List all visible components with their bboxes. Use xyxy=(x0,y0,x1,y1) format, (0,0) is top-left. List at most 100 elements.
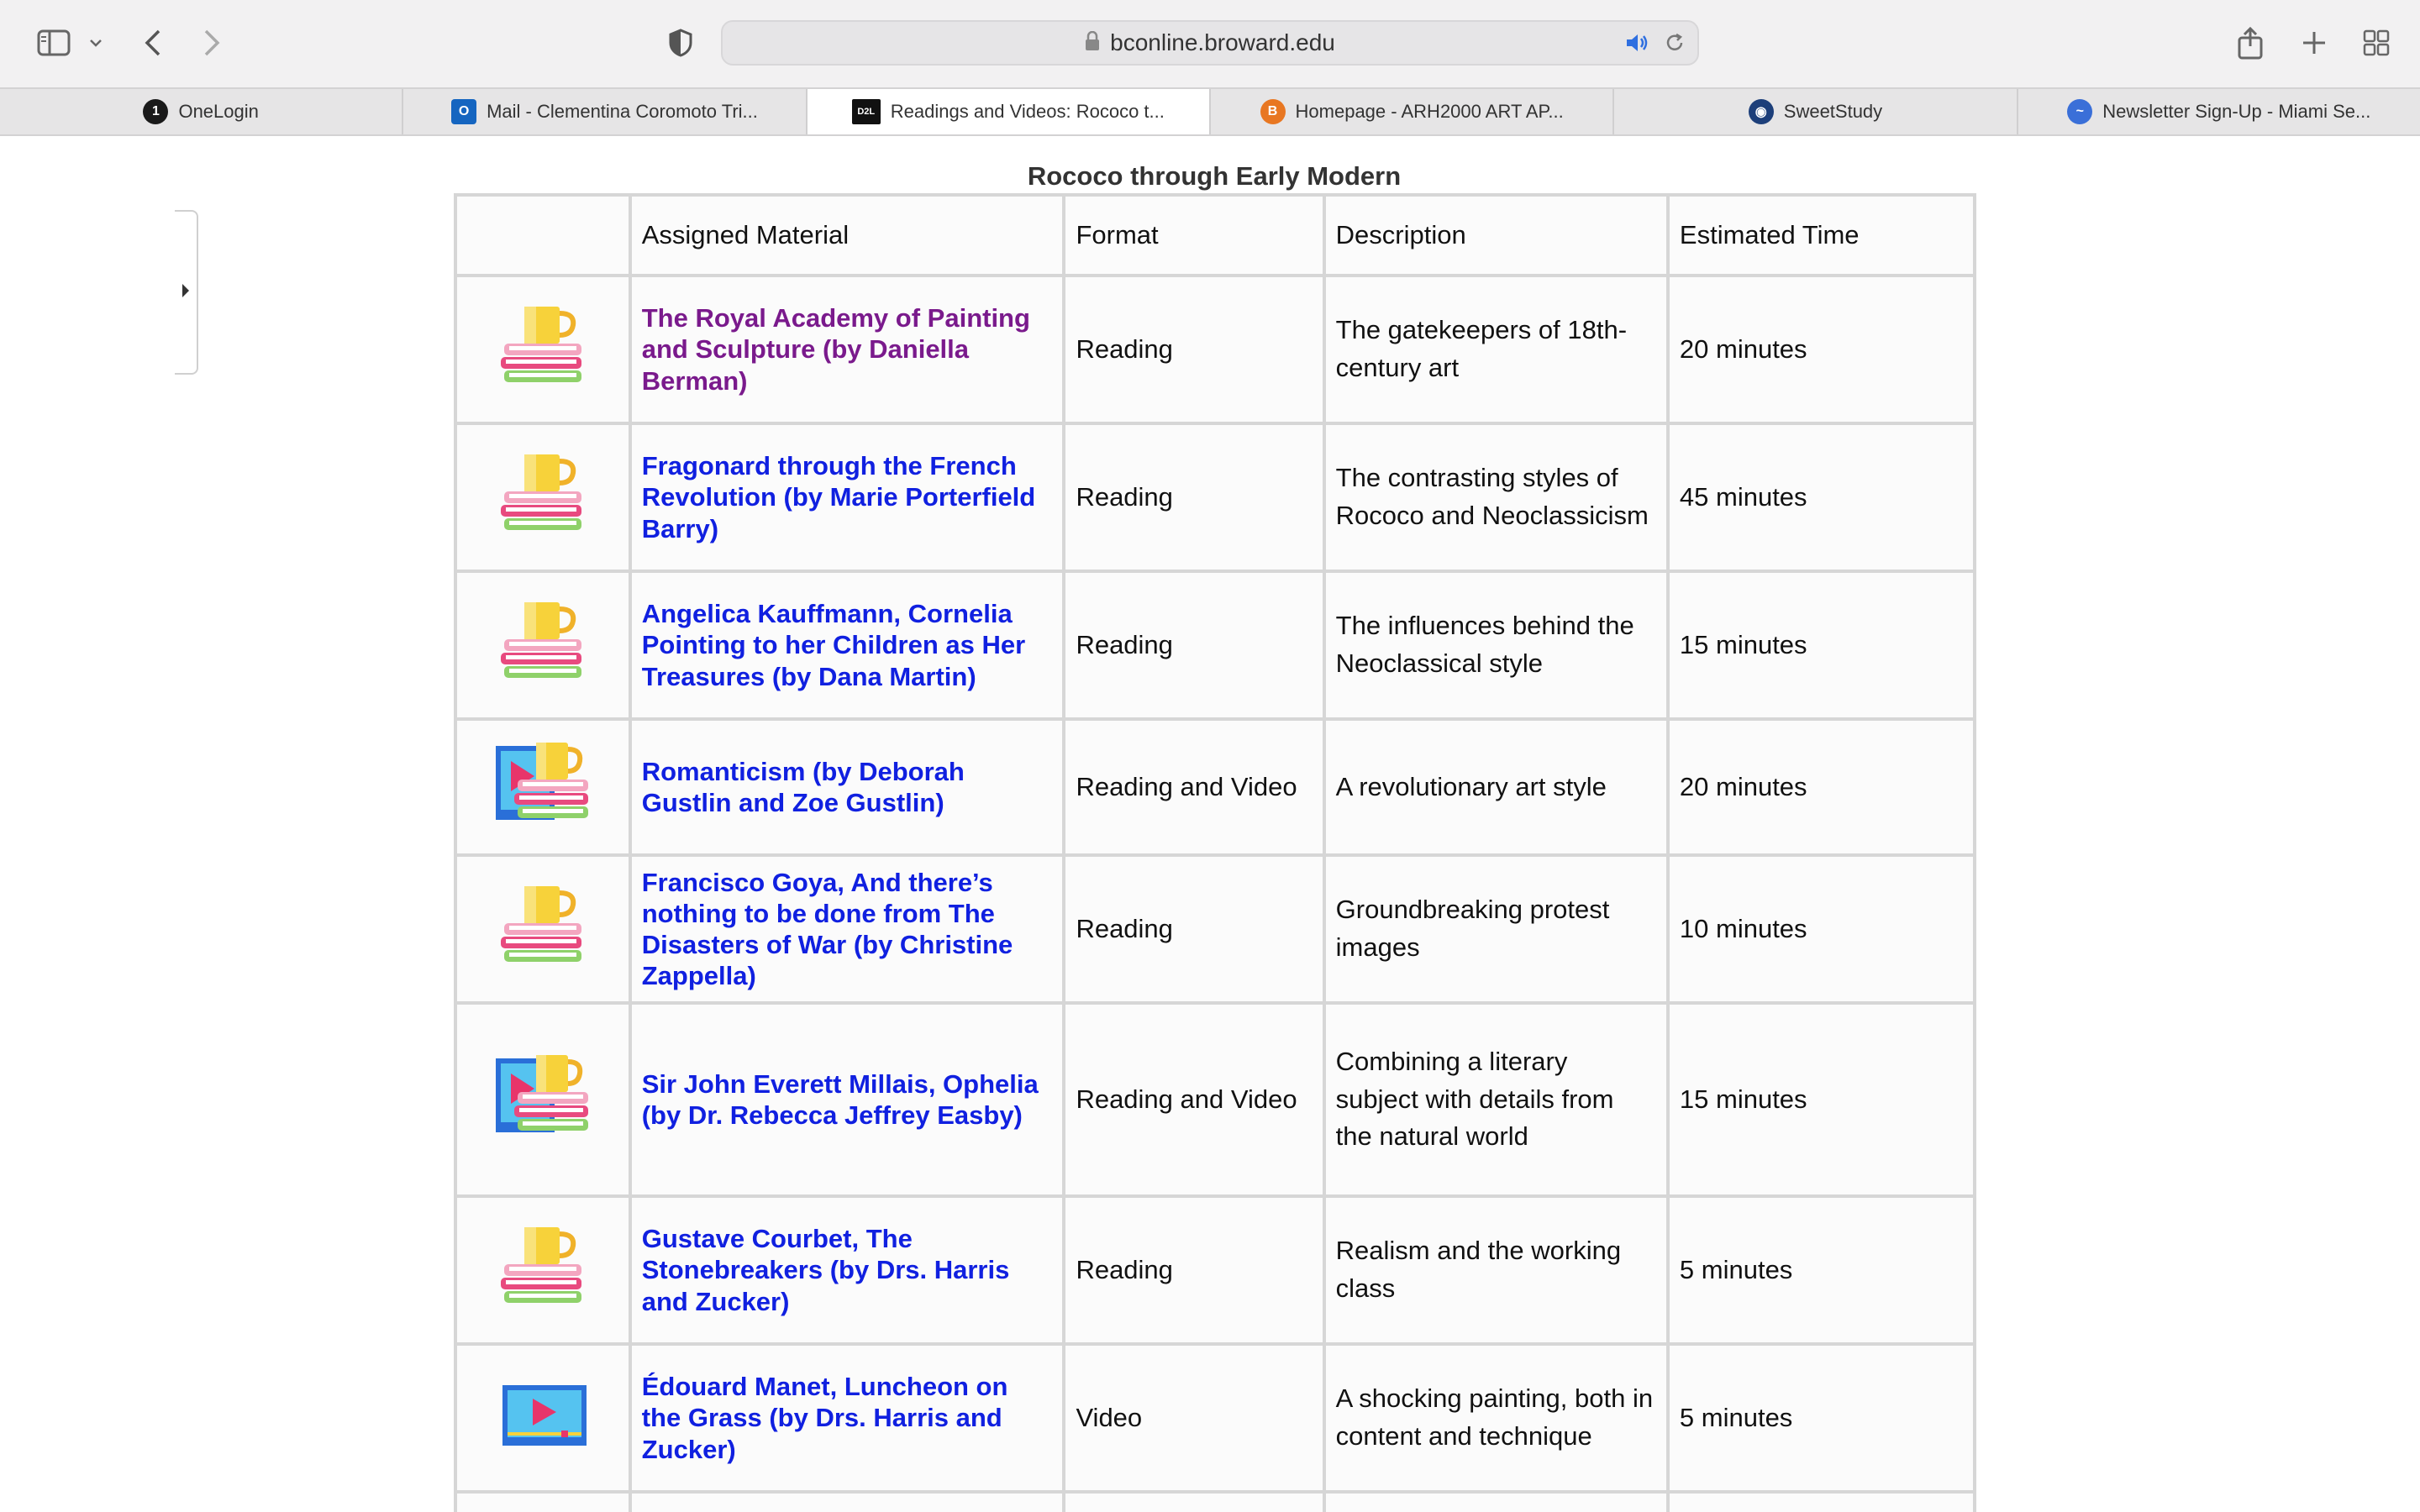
description-cell: A shocking painting, both in content and… xyxy=(1322,1342,1670,1494)
tab-newsletter-signup[interactable]: ~ Newsletter Sign-Up - Miami Se... xyxy=(2018,89,2420,134)
estimated-time-cell: 5 minutes xyxy=(1665,1194,1977,1346)
material-link[interactable]: Angelica Kauffmann, Cornelia Pointing to… xyxy=(642,598,1053,692)
tab-label: Mail - Clementina Coromoto Tri... xyxy=(487,101,758,122)
assigned-material-cell: Fragonard through the French Revolution … xyxy=(628,422,1066,573)
estimated-time-cell: 10 minutes xyxy=(1665,853,1977,1005)
description-cell: The influences behind the Neoclassical s… xyxy=(1322,570,1670,721)
reading-icon xyxy=(492,601,593,692)
assigned-material-cell: Gustave Courbet, The Stonebreakers (by D… xyxy=(628,1194,1066,1346)
estimated-time-cell: 20 minutes xyxy=(1665,274,1977,425)
header-estimated-time: Estimated Time xyxy=(1665,193,1977,277)
header-format: Format xyxy=(1062,193,1326,277)
assigned-material-cell: Édouard Manet, Luncheon on the Grass (by… xyxy=(628,1342,1066,1494)
side-panel-toggle[interactable] xyxy=(175,210,198,375)
share-icon[interactable] xyxy=(2232,20,2269,66)
tab-readings-and-videos[interactable]: D2L Readings and Videos: Rococo t... xyxy=(807,89,1211,134)
address-bar[interactable]: bconline.broward.edu xyxy=(721,20,1699,66)
description-cell: Realism and the working class xyxy=(1322,1194,1670,1346)
format-cell: Reading xyxy=(1062,853,1326,1005)
table-row: Angelica Kauffmann, Cornelia Pointing to… xyxy=(454,570,1977,721)
sweetstudy-icon: ◉ xyxy=(1748,99,1774,124)
material-link[interactable]: Fragonard through the French Revolution … xyxy=(642,450,1053,544)
tab-bar: 1 OneLogin O Mail - Clementina Coromoto Tr… xyxy=(0,87,2420,136)
table-row: Francisco Goya, And there’s nothing to b… xyxy=(454,853,1977,1005)
readings-table: Assigned Material Format Description Est… xyxy=(454,193,1977,1512)
estimated-time-cell xyxy=(1665,1490,1977,1512)
format-cell: Reading xyxy=(1062,274,1326,425)
row-icon-cell xyxy=(454,274,632,425)
caret-right-icon xyxy=(181,282,191,303)
table-header-row: Assigned Material Format Description Est… xyxy=(454,193,1977,277)
tab-sweetstudy[interactable]: ◉ SweetStudy xyxy=(1614,89,2018,134)
reading-icon xyxy=(492,306,593,396)
page-content: Rococo through Early Modern Assigned Mat… xyxy=(0,136,2420,1512)
reading-icon xyxy=(492,454,593,544)
new-tab-icon[interactable] xyxy=(2296,20,2333,66)
description-cell: Combining a literary subject with detail… xyxy=(1322,1001,1670,1198)
material-link[interactable]: Édouard Manet, Luncheon on the Grass (by… xyxy=(642,1371,1053,1465)
material-link[interactable]: Sir John Everett Millais, Ophelia (by Dr… xyxy=(642,1068,1053,1131)
table-row: Gustave Courbet, The Stonebreakers (by D… xyxy=(454,1194,1977,1346)
assigned-material-cell xyxy=(628,1490,1066,1512)
format-cell: Reading xyxy=(1062,570,1326,721)
material-link[interactable]: Gustave Courbet, The Stonebreakers (by D… xyxy=(642,1223,1053,1317)
row-icon-cell xyxy=(454,1342,632,1494)
tab-label: Homepage - ARH2000 ART AP... xyxy=(1295,101,1564,122)
assigned-material-cell: The Royal Academy of Painting and Sculpt… xyxy=(628,274,1066,425)
material-link[interactable]: Francisco Goya, And there’s nothing to b… xyxy=(642,867,1053,992)
material-link[interactable]: The Royal Academy of Painting and Sculpt… xyxy=(642,302,1053,396)
row-icon-cell xyxy=(454,1001,632,1198)
browser-toolbar: bconline.broward.edu xyxy=(0,0,2420,87)
header-icon-col xyxy=(454,193,632,277)
table-caption: Rococo through Early Modern xyxy=(1027,161,1402,191)
table-row: Romanticism (by Deborah Gustlin and Zoe … xyxy=(454,717,1977,857)
table-row: Édouard Manet, Luncheon on the Grass (by… xyxy=(454,1342,1977,1494)
estimated-time-cell: 5 minutes xyxy=(1665,1342,1977,1494)
description-cell: A revolutionary art style xyxy=(1322,717,1670,857)
assigned-material-cell: Angelica Kauffmann, Cornelia Pointing to… xyxy=(628,570,1066,721)
tab-mail[interactable]: O Mail - Clementina Coromoto Tri... xyxy=(403,89,808,134)
table-row: Sir John Everett Millais, Ophelia (by Dr… xyxy=(454,1001,1977,1198)
table-row: Fragonard through the French Revolution … xyxy=(454,422,1977,573)
reading-video-icon xyxy=(492,1054,593,1147)
row-icon-cell xyxy=(454,1194,632,1346)
format-cell: Reading xyxy=(1062,422,1326,573)
tab-overview-icon[interactable] xyxy=(2358,20,2395,66)
row-icon-cell xyxy=(454,717,632,857)
estimated-time-cell: 45 minutes xyxy=(1665,422,1977,573)
d2l-icon: D2L xyxy=(851,99,881,124)
reload-icon[interactable] xyxy=(1664,32,1686,58)
tab-onelogin[interactable]: 1 OneLogin xyxy=(0,89,404,134)
estimated-time-cell: 15 minutes xyxy=(1665,1001,1977,1198)
row-icon-cell xyxy=(454,422,632,573)
forward-icon[interactable] xyxy=(195,20,229,66)
url-text: bconline.broward.edu xyxy=(1110,29,1335,55)
lock-icon xyxy=(1085,30,1100,55)
sidebar-toggle-icon[interactable] xyxy=(30,20,77,66)
reading-video-icon xyxy=(492,742,593,834)
format-cell xyxy=(1062,1490,1326,1512)
audio-icon[interactable] xyxy=(1625,32,1650,58)
reading-icon xyxy=(492,885,593,976)
back-icon[interactable] xyxy=(136,20,170,66)
description-cell: The contrasting styles of Rococo and Neo… xyxy=(1322,422,1670,573)
tab-homepage-arh2000[interactable]: B Homepage - ARH2000 ART AP... xyxy=(1211,89,1615,134)
format-cell: Video xyxy=(1062,1342,1326,1494)
chevron-down-icon[interactable] xyxy=(84,20,108,66)
format-cell: Reading and Video xyxy=(1062,1001,1326,1198)
tab-label: Newsletter Sign-Up - Miami Se... xyxy=(2102,101,2371,122)
tab-label: SweetStudy xyxy=(1783,101,1883,122)
dolphin-icon: ~ xyxy=(2067,99,2093,124)
assigned-material-cell: Sir John Everett Millais, Ophelia (by Dr… xyxy=(628,1001,1066,1198)
privacy-shield-icon[interactable] xyxy=(664,20,697,66)
assigned-material-cell: Romanticism (by Deborah Gustlin and Zoe … xyxy=(628,717,1066,857)
description-cell xyxy=(1322,1490,1670,1512)
table-row: The Royal Academy of Painting and Sculpt… xyxy=(454,274,1977,425)
description-cell: The gatekeepers of 18th-century art xyxy=(1322,274,1670,425)
header-description: Description xyxy=(1322,193,1670,277)
material-link[interactable]: Romanticism (by Deborah Gustlin and Zoe … xyxy=(642,756,1053,818)
reading-icon xyxy=(492,1226,593,1317)
onelogin-icon: 1 xyxy=(143,99,169,124)
row-icon-cell xyxy=(454,570,632,721)
estimated-time-cell: 15 minutes xyxy=(1665,570,1977,721)
